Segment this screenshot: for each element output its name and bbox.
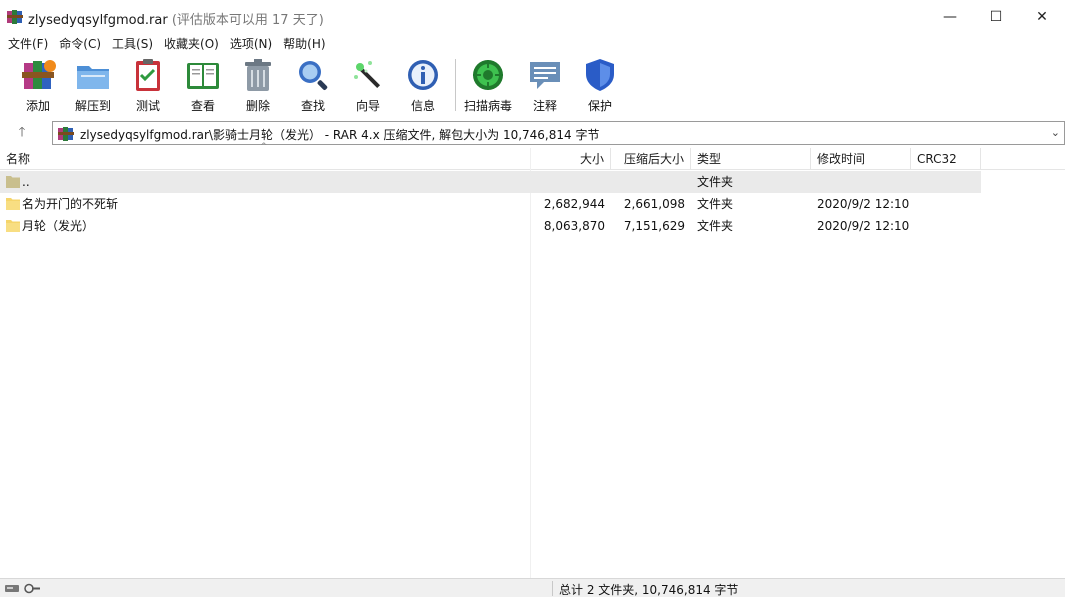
winrar-app-icon[interactable] bbox=[7, 9, 23, 25]
address-path: zlysedyqsylfgmod.rar\影骑士月轮（发光） - RAR 4.x… bbox=[80, 128, 600, 142]
column-packed-size[interactable]: 压缩后大小 bbox=[611, 148, 691, 170]
status-separator bbox=[552, 581, 553, 596]
up-one-level-button[interactable]: 🡑 bbox=[12, 123, 32, 143]
close-button[interactable]: ✕ bbox=[1019, 0, 1065, 34]
file-type: 文件夹 bbox=[697, 175, 734, 189]
toolbar-separator bbox=[455, 59, 456, 111]
trash-icon bbox=[245, 59, 271, 91]
file-name: 名为开门的不死斩 bbox=[22, 197, 119, 211]
file-modified: 2020/9/2 12:10 bbox=[817, 219, 910, 233]
maximize-button[interactable]: ☐ bbox=[973, 0, 1019, 34]
file-packed-size: 7,151,629 bbox=[623, 219, 685, 233]
trial-notice: (评估版本可以用 17 天了) bbox=[171, 13, 324, 28]
menu-options[interactable]: 选项(N) bbox=[226, 35, 276, 52]
comment-button[interactable]: 注释 bbox=[517, 57, 573, 115]
table-row[interactable]: 月轮（发光） 8,063,870 7,151,629 文件夹 2020/9/2 … bbox=[0, 215, 1065, 237]
wizard-wand-icon bbox=[354, 61, 381, 89]
table-row[interactable]: 名为开门的不死斩 2,682,944 2,661,098 文件夹 2020/9/… bbox=[0, 193, 1065, 215]
delete-label: 删除 bbox=[245, 99, 270, 113]
magnifier-icon bbox=[299, 61, 328, 90]
archive-name: zlysedyqsylfgmod.rar bbox=[28, 13, 168, 28]
info-icon bbox=[408, 60, 438, 90]
folder-icon bbox=[6, 198, 20, 210]
add-label: 添加 bbox=[25, 99, 50, 113]
protect-label: 保护 bbox=[587, 99, 612, 113]
rar-archive-icon bbox=[58, 127, 74, 141]
file-list-header: 名称 ^ 大小 压缩后大小 类型 修改时间 CRC32 bbox=[0, 142, 1065, 170]
minimize-button[interactable]: — bbox=[927, 0, 973, 34]
add-archive-icon bbox=[22, 60, 56, 89]
add-button[interactable]: 添加 bbox=[10, 57, 66, 115]
test-button[interactable]: 测试 bbox=[120, 57, 176, 115]
file-modified: 2020/9/2 12:10 bbox=[817, 197, 910, 211]
virus-scan-icon bbox=[473, 60, 503, 90]
menu-favorites[interactable]: 收藏夹(O) bbox=[160, 35, 223, 52]
scan-virus-label: 扫描病毒 bbox=[463, 99, 512, 113]
toolbar: 添加 解压到 测试 查看 删除 查找 向导 信息 扫描病毒 注释 保护 bbox=[0, 53, 1065, 118]
sort-ascending-icon: ^ bbox=[260, 142, 268, 152]
file-list: .. 文件夹 名为开门的不死斩 2,682,944 2,661,098 文件夹 … bbox=[0, 171, 1065, 237]
test-label: 测试 bbox=[135, 99, 160, 113]
address-row: 🡑 zlysedyqsylfgmod.rar\影骑士月轮（发光） - RAR 4… bbox=[0, 120, 1065, 146]
window-title: zlysedyqsylfgmod.rar (评估版本可以用 17 天了) bbox=[28, 9, 324, 28]
parent-folder-icon bbox=[6, 176, 20, 188]
view-button[interactable]: 查看 bbox=[175, 57, 231, 115]
view-book-icon bbox=[187, 63, 219, 89]
column-crc32[interactable]: CRC32 bbox=[911, 148, 981, 170]
drive-key-icon[interactable] bbox=[5, 582, 41, 595]
menu-commands[interactable]: 命令(C) bbox=[55, 35, 105, 52]
menu-tools[interactable]: 工具(S) bbox=[108, 35, 157, 52]
extract-to-button[interactable]: 解压到 bbox=[65, 57, 121, 115]
delete-button[interactable]: 删除 bbox=[230, 57, 286, 115]
view-label: 查看 bbox=[190, 99, 215, 113]
file-packed-size: 2,661,098 bbox=[623, 197, 685, 211]
info-button[interactable]: 信息 bbox=[395, 57, 451, 115]
extract-to-label: 解压到 bbox=[74, 99, 111, 113]
column-modified[interactable]: 修改时间 bbox=[811, 148, 911, 170]
address-bar[interactable]: zlysedyqsylfgmod.rar\影骑士月轮（发光） - RAR 4.x… bbox=[52, 121, 1065, 145]
scan-virus-button[interactable]: 扫描病毒 bbox=[460, 57, 516, 115]
folder-icon bbox=[6, 220, 20, 232]
menu-bar: 文件(F) 命令(C) 工具(S) 收藏夹(O) 选项(N) 帮助(H) bbox=[0, 33, 1065, 53]
test-clipboard-icon bbox=[136, 59, 160, 91]
find-label: 查找 bbox=[300, 99, 325, 113]
find-button[interactable]: 查找 bbox=[285, 57, 341, 115]
info-label: 信息 bbox=[410, 99, 435, 113]
file-name: .. bbox=[22, 175, 30, 189]
status-summary: 总计 2 文件夹, 10,746,814 字节 bbox=[559, 583, 739, 597]
file-type: 文件夹 bbox=[697, 219, 734, 233]
extract-folder-icon bbox=[77, 66, 109, 89]
protect-button[interactable]: 保护 bbox=[572, 57, 628, 115]
column-size[interactable]: 大小 bbox=[531, 148, 611, 170]
comment-label: 注释 bbox=[532, 99, 557, 113]
file-name: 月轮（发光） bbox=[22, 219, 95, 233]
file-size: 8,063,870 bbox=[543, 219, 605, 233]
wizard-button[interactable]: 向导 bbox=[340, 57, 396, 115]
status-bar: 总计 2 文件夹, 10,746,814 字节 bbox=[0, 578, 1065, 597]
column-type[interactable]: 类型 bbox=[691, 148, 811, 170]
file-type: 文件夹 bbox=[697, 197, 734, 211]
wizard-label: 向导 bbox=[355, 99, 380, 113]
menu-file[interactable]: 文件(F) bbox=[4, 35, 52, 52]
title-bar: zlysedyqsylfgmod.rar (评估版本可以用 17 天了) — ☐… bbox=[0, 0, 1065, 34]
comment-icon bbox=[530, 62, 560, 89]
shield-icon bbox=[586, 59, 614, 91]
chevron-down-icon[interactable]: ⌄ bbox=[1051, 126, 1060, 139]
menu-help[interactable]: 帮助(H) bbox=[279, 35, 329, 52]
file-size: 2,682,944 bbox=[543, 197, 605, 211]
table-row-parent[interactable]: .. 文件夹 bbox=[0, 171, 981, 193]
